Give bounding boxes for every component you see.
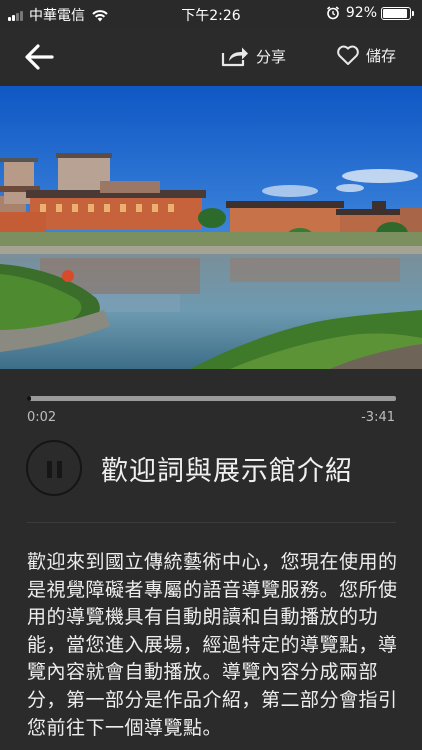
audio-progress-fill <box>27 396 31 401</box>
remaining-time: -3:41 <box>361 410 395 425</box>
save-label: 儲存 <box>366 46 397 65</box>
pause-button[interactable] <box>26 440 82 496</box>
battery-fill <box>383 8 407 18</box>
audio-progress-bar[interactable] <box>27 396 396 401</box>
share-label: 分享 <box>256 47 287 66</box>
heart-icon <box>337 45 359 65</box>
alarm-icon <box>326 6 339 20</box>
back-button[interactable] <box>22 42 58 72</box>
elapsed-time: 0:02 <box>27 410 57 425</box>
pause-icon-bar-left <box>47 461 52 478</box>
status-right: 92% <box>326 5 414 21</box>
venue-photo <box>0 86 422 369</box>
track-title: 歡迎詞與展示館介紹 <box>101 456 353 487</box>
battery-percent: 92% <box>345 5 377 21</box>
battery-cap <box>412 10 414 16</box>
share-button[interactable]: 分享 <box>220 44 286 68</box>
status-bar: 中華電信 下午2:26 92% <box>0 0 422 28</box>
audio-description-text: 歡迎來到國立傳統藝術中心，您現在使用的是視覺障礙者專屬的語音導覽服務。您所使用的… <box>27 551 398 739</box>
arrow-left-icon <box>25 44 54 70</box>
save-button[interactable]: 儲存 <box>336 44 396 66</box>
share-icon <box>221 47 248 67</box>
divider <box>27 522 396 523</box>
nav-bar: 分享 儲存 <box>0 28 422 86</box>
pause-icon-bar-right <box>57 461 62 478</box>
battery-icon <box>381 6 411 20</box>
